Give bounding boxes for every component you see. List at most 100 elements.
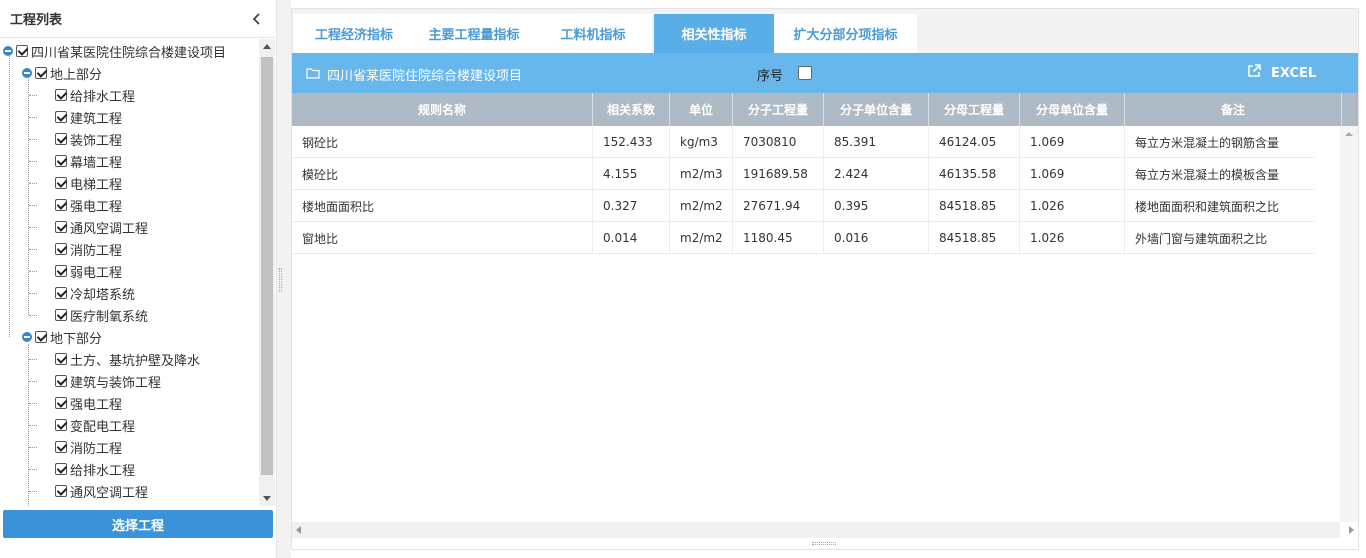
tree-checkbox[interactable] — [55, 353, 67, 365]
tree-item[interactable]: 消防工程 — [55, 238, 122, 260]
tree-item[interactable]: 通风空调工程 — [55, 216, 148, 238]
tree-item-label: 医疗制氧系统 — [70, 309, 149, 325]
column-header[interactable]: 分子单位含量 — [824, 93, 929, 126]
tree-item[interactable]: 电梯工程 — [55, 172, 122, 194]
tab-quantity-indicators[interactable]: 主要工程量指标 — [414, 14, 534, 53]
tree-item[interactable]: 建筑工程 — [55, 106, 122, 128]
table-row[interactable]: 模砼比 4.155 m2/m3 191689.58 2.424 46135.58… — [292, 158, 1314, 190]
column-header[interactable]: 分母工程量 — [929, 93, 1020, 126]
tree-item[interactable]: 给排水工程 — [55, 84, 135, 106]
tree-connector — [29, 249, 37, 250]
tree-group-underground[interactable]: 地下部分 — [22, 326, 102, 348]
tree-connector — [29, 293, 37, 294]
scroll-up-icon[interactable] — [263, 44, 271, 49]
collapse-toggle-icon[interactable] — [22, 332, 32, 342]
tree-item[interactable]: 土方、基坑护壁及降水 — [55, 348, 200, 370]
tab-expanded-item-indicators[interactable]: 扩大分部分项指标 — [774, 14, 917, 53]
table-vertical-scrollbar[interactable] — [1340, 126, 1358, 522]
table-cell: 7030810 — [733, 126, 824, 158]
tree-checkbox[interactable] — [55, 133, 67, 145]
tree-root[interactable]: 四川省某医院住院综合楼建设项目 — [3, 40, 226, 62]
tree-scrollbar[interactable] — [259, 39, 275, 506]
tree-item[interactable]: 变配电工程 — [55, 414, 135, 436]
tree-group-above-ground[interactable]: 地上部分 — [22, 62, 102, 84]
tree-item[interactable]: 给排水工程 — [55, 458, 135, 480]
tree-checkbox[interactable] — [55, 89, 67, 101]
table-horizontal-scrollbar[interactable] — [292, 522, 1354, 538]
chevron-left-icon[interactable] — [248, 10, 266, 28]
select-project-button[interactable]: 选择工程 — [3, 510, 273, 538]
tree-connector — [29, 139, 37, 140]
scroll-right-icon[interactable] — [1349, 526, 1354, 534]
tree-item-label: 强电工程 — [70, 397, 123, 413]
scroll-down-icon[interactable] — [263, 496, 271, 501]
tree-checkbox[interactable] — [55, 419, 67, 431]
tree-item[interactable]: 消防工程 — [55, 436, 122, 458]
table-cell: 2.424 — [824, 158, 929, 190]
tree-checkbox[interactable] — [55, 287, 67, 299]
table-cell: 27671.94 — [733, 190, 824, 222]
tab-correlation-indicators[interactable]: 相关性指标 — [654, 14, 774, 53]
tree-item[interactable]: 强电工程 — [55, 392, 122, 414]
tree-item[interactable]: 弱电工程 — [55, 260, 122, 282]
column-header[interactable]: 相关系数 — [593, 93, 670, 126]
table-cell: 85.391 — [824, 126, 929, 158]
tree-item[interactable]: 建筑与装饰工程 — [55, 370, 161, 392]
tree-checkbox[interactable] — [55, 441, 67, 453]
resize-grip[interactable] — [812, 542, 836, 545]
tree-checkbox[interactable] — [55, 243, 67, 255]
tree-item-label: 通风空调工程 — [70, 485, 149, 501]
tree-item-label: 消防工程 — [70, 441, 123, 457]
column-header[interactable]: 规则名称 — [292, 93, 593, 126]
scroll-left-icon[interactable] — [296, 526, 301, 534]
tree-checkbox[interactable] — [55, 111, 67, 123]
tab-material-indicators[interactable]: 工料机指标 — [534, 14, 652, 53]
scroll-up-icon[interactable] — [1345, 132, 1353, 136]
tree-connector — [29, 117, 37, 118]
column-header[interactable]: 备注 — [1125, 93, 1342, 126]
tree-group-label: 地下部分 — [50, 331, 103, 347]
tree-connector — [29, 95, 37, 96]
panel-splitter[interactable] — [277, 0, 291, 558]
tree-checkbox[interactable] — [16, 45, 28, 57]
table-row[interactable]: 钢砼比 152.433 kg/m3 7030810 85.391 46124.0… — [292, 126, 1314, 158]
tree-checkbox[interactable] — [55, 397, 67, 409]
tree-item-label: 强电工程 — [70, 199, 123, 215]
scrollbar-thumb[interactable] — [261, 57, 273, 475]
splitter-grip[interactable] — [279, 268, 282, 292]
tree-checkbox[interactable] — [55, 199, 67, 211]
column-header[interactable]: 单位 — [670, 93, 733, 126]
table-cell: 钢砼比 — [292, 126, 593, 158]
tree-connector — [29, 447, 37, 448]
tree-item[interactable]: 装饰工程 — [55, 128, 122, 150]
tree-checkbox[interactable] — [55, 155, 67, 167]
column-header[interactable]: 分子工程量 — [733, 93, 824, 126]
table-cell: 0.327 — [593, 190, 670, 222]
tree-item[interactable]: 冷却塔系统 — [55, 282, 135, 304]
column-header[interactable]: 分母单位含量 — [1020, 93, 1125, 126]
collapse-toggle-icon[interactable] — [3, 46, 13, 56]
tree-checkbox[interactable] — [55, 265, 67, 277]
table-cell: m2/m2 — [670, 190, 733, 222]
tree-item[interactable]: 通风空调工程 — [55, 480, 148, 502]
tree-checkbox[interactable] — [55, 463, 67, 475]
export-excel-label: EXCEL — [1271, 65, 1317, 81]
table-row[interactable]: 窗地比 0.014 m2/m2 1180.45 0.016 84518.85 1… — [292, 222, 1314, 254]
table-row[interactable]: 楼地面面积比 0.327 m2/m2 27671.94 0.395 84518.… — [292, 190, 1314, 222]
tree-checkbox[interactable] — [35, 67, 47, 79]
tree-checkbox[interactable] — [35, 331, 47, 343]
tree-item[interactable]: 幕墙工程 — [55, 150, 122, 172]
tab-economic-indicators[interactable]: 工程经济指标 — [294, 14, 414, 53]
tree-checkbox[interactable] — [55, 177, 67, 189]
sequence-label: 序号 — [757, 69, 784, 84]
tree-checkbox[interactable] — [55, 309, 67, 321]
tree-checkbox[interactable] — [55, 485, 67, 497]
export-excel-button[interactable]: EXCEL — [1247, 64, 1316, 82]
tree-checkbox[interactable] — [55, 221, 67, 233]
sequence-checkbox[interactable] — [798, 66, 812, 80]
collapse-toggle-icon[interactable] — [22, 68, 32, 78]
tree-checkbox[interactable] — [55, 375, 67, 387]
tree-item[interactable]: 医疗制氧系统 — [55, 304, 148, 326]
table-cell: 152.433 — [593, 126, 670, 158]
tree-item[interactable]: 强电工程 — [55, 194, 122, 216]
